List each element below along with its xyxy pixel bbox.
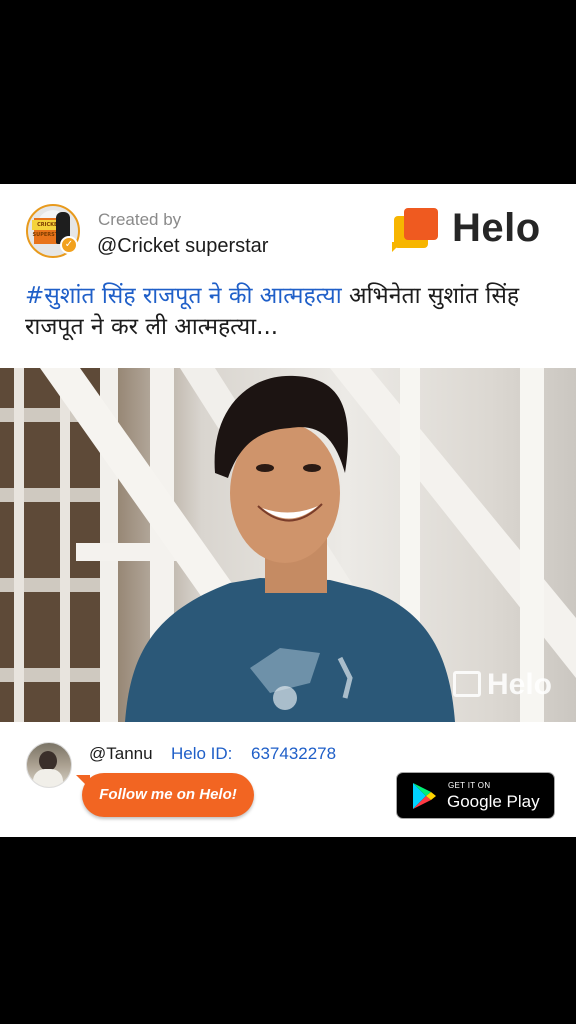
post-photo[interactable]: Helo	[0, 368, 576, 722]
helo-logo: Helo	[392, 206, 552, 254]
helo-logo-text: Helo	[452, 206, 541, 250]
user-avatar[interactable]	[26, 742, 72, 788]
google-play-badge[interactable]: GET IT ON Google Play	[396, 772, 555, 819]
google-play-icon	[413, 783, 436, 809]
share-card: CRICKET SUPERSTAR ✓ Created by @Cricket …	[0, 184, 576, 837]
helo-watermark: Helo	[452, 668, 552, 702]
helo-watermark-icon	[452, 671, 481, 697]
caption-hashtag[interactable]: #सुशांत सिंह राजपूत ने की आत्महत्या	[25, 283, 342, 309]
store-badge-top-text: GET IT ON	[448, 781, 491, 790]
created-by-label: Created by	[98, 210, 182, 229]
helo-id-value: 637432278	[251, 744, 337, 763]
store-badge-name: Google Play	[447, 792, 540, 811]
creator-handle[interactable]: @Cricket superstar	[97, 235, 268, 258]
post-caption: #सुशांत सिंह राजपूत ने की आत्महत्या अभिन…	[25, 281, 555, 343]
helo-id-label: Helo ID:	[171, 744, 233, 763]
follow-button[interactable]: Follow me on Helo!	[76, 773, 254, 817]
verified-badge-icon: ✓	[60, 236, 78, 254]
user-handle[interactable]: @Tannu	[89, 744, 153, 764]
